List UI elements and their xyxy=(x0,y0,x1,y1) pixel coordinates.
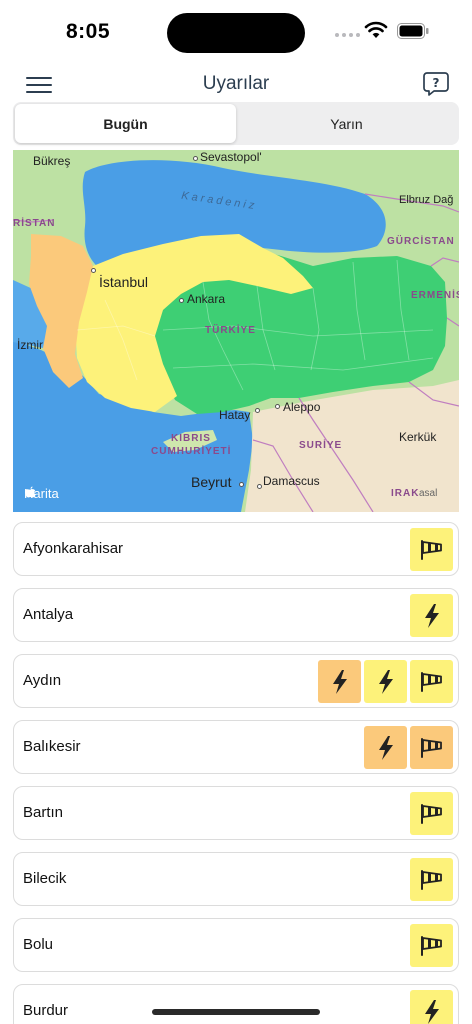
home-indicator xyxy=(152,1009,320,1015)
warning-badges xyxy=(364,726,453,769)
map-label-hatay: Hatay xyxy=(219,408,251,422)
map-city-dot xyxy=(275,404,280,409)
map-city-dot xyxy=(239,482,244,487)
province-list: Afyonkarahisar Antalya Aydın Balıkesir Bartı… xyxy=(13,522,459,1024)
tab-tomorrow[interactable]: Yarın xyxy=(236,104,457,143)
svg-text:?: ? xyxy=(433,76,440,90)
wind-icon xyxy=(419,736,445,760)
tab-today[interactable]: Bugün xyxy=(15,104,236,143)
warning-badges xyxy=(318,660,453,703)
yellow-warning-badge xyxy=(410,660,453,703)
lightning-icon xyxy=(330,669,350,695)
province-name: Bolu xyxy=(23,936,54,953)
warning-badges xyxy=(410,528,453,571)
warning-badges xyxy=(410,924,453,967)
map-label-basra: asal xyxy=(419,488,438,499)
lightning-icon xyxy=(422,603,442,629)
map-label-bukres: Bükreş xyxy=(33,154,71,168)
map-city-dot xyxy=(257,484,262,489)
wind-icon xyxy=(419,934,445,958)
orange-warning-badge xyxy=(410,726,453,769)
map-label-kibris-1: KIBRIS xyxy=(171,433,211,444)
battery-icon xyxy=(397,23,429,39)
day-segmented-control: Bugün Yarın xyxy=(13,102,459,145)
province-name: Burdur xyxy=(23,1002,69,1019)
warning-badges xyxy=(410,858,453,901)
map-label-kerkuk: Kerkük xyxy=(399,430,437,444)
province-row[interactable]: Antalya xyxy=(13,588,459,642)
warning-badges xyxy=(410,792,453,835)
map-label-izmir: İzmir xyxy=(17,338,43,352)
province-row[interactable]: Afyonkarahisar xyxy=(13,522,459,576)
lightning-icon xyxy=(376,735,396,761)
yellow-warning-badge xyxy=(410,594,453,637)
map-label-ermenistan: ERMENİS xyxy=(411,290,459,301)
map-label-irak: IRAK xyxy=(391,488,420,499)
map-label-aleppo: Aleppo xyxy=(283,400,321,414)
province-row[interactable]: Bartın xyxy=(13,786,459,840)
province-row[interactable]: Balıkesir xyxy=(13,720,459,774)
province-row[interactable]: Burdur xyxy=(13,984,459,1024)
map-label-gurcistan: GÜRCİSTAN xyxy=(387,236,455,247)
map-city-dot xyxy=(193,156,198,161)
province-name: Antalya xyxy=(23,606,74,623)
map-label-sevastopol: Sevastopol' xyxy=(200,150,262,164)
map-attribution: Harita xyxy=(24,486,59,501)
dynamic-island xyxy=(167,13,305,53)
province-name: Balıkesir xyxy=(23,738,81,755)
status-time: 8:05 xyxy=(66,20,111,43)
map-label-ristan: RİSTAN xyxy=(13,218,56,229)
wind-icon xyxy=(419,868,445,892)
map-label-damascus: Damascus xyxy=(263,474,320,488)
map-label-elbruz: Elbruz Dağ xyxy=(399,194,454,206)
help-icon[interactable]: ? xyxy=(422,70,450,98)
cellular-signal-icon xyxy=(335,33,360,37)
lightning-icon xyxy=(422,999,442,1024)
lightning-icon xyxy=(376,669,396,695)
province-name: Bartın xyxy=(23,804,64,821)
wind-icon xyxy=(419,670,445,694)
status-bar: 8:05 xyxy=(0,0,472,62)
orange-warning-badge xyxy=(318,660,361,703)
page-title: Uyarılar xyxy=(202,73,270,94)
province-row[interactable]: Aydın xyxy=(13,654,459,708)
yellow-warning-badge xyxy=(410,990,453,1024)
map-label-beyrut: Beyrut xyxy=(191,474,232,490)
yellow-warning-badge xyxy=(410,924,453,967)
navigation-bar: Uyarılar ? xyxy=(0,62,472,106)
province-row[interactable]: Bilecik xyxy=(13,852,459,906)
province-row[interactable]: Bolu xyxy=(13,918,459,972)
yellow-warning-badge xyxy=(410,528,453,571)
wind-icon xyxy=(419,802,445,826)
warning-badges xyxy=(410,594,453,637)
map-city-dot xyxy=(91,268,96,273)
yellow-warning-badge xyxy=(364,660,407,703)
yellow-warning-badge xyxy=(410,858,453,901)
province-name: Aydın xyxy=(23,672,62,689)
map-label-turkiye: TÜRKİYE xyxy=(205,325,256,336)
orange-warning-badge xyxy=(364,726,407,769)
warning-badges xyxy=(410,990,453,1024)
wifi-icon xyxy=(364,21,388,38)
province-name: Bilecik xyxy=(23,870,67,887)
map-label-kibris-2: CUMHURİYETİ xyxy=(151,446,232,457)
map-label-ankara: Ankara xyxy=(187,292,226,306)
map-city-dot xyxy=(179,298,184,303)
yellow-warning-badge xyxy=(410,792,453,835)
warning-map[interactable]: Bükreş Sevastopol' Karadeniz Elbruz Dağ … xyxy=(13,150,459,512)
map-label-suriye: SURİYE xyxy=(299,440,343,451)
wind-icon xyxy=(419,538,445,562)
province-name: Afyonkarahisar xyxy=(23,540,124,557)
map-city-dot xyxy=(255,408,260,413)
apple-logo-icon xyxy=(25,486,36,498)
map-label-istanbul: İstanbul xyxy=(99,274,149,290)
